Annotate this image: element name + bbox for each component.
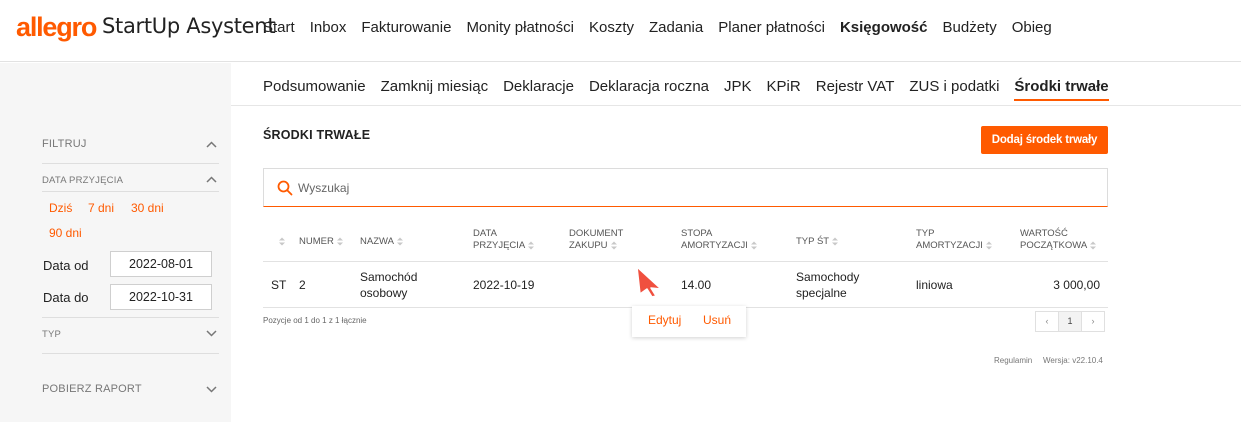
column-header-rate[interactable]: STOPA AMORTYZACJI <box>681 228 757 252</box>
cell-number: 2 <box>299 278 306 292</box>
edit-button[interactable]: Edytuj <box>648 313 681 327</box>
pagination: ‹ 1 › <box>1035 311 1105 332</box>
chevron-up-icon[interactable] <box>206 176 217 185</box>
cell-date: 2022-10-19 <box>473 278 535 292</box>
nav-item-inbox[interactable]: Inbox <box>310 19 347 36</box>
page-1-button[interactable]: 1 <box>1058 311 1082 332</box>
divider <box>42 317 219 318</box>
add-fixed-asset-button[interactable]: Dodaj środek trwały <box>981 126 1108 154</box>
sort-icon[interactable] <box>832 237 839 246</box>
cell-depreciation-type: liniowa <box>916 278 953 292</box>
next-page-button[interactable]: › <box>1081 311 1105 332</box>
column-header-asset-type[interactable]: TYP ŚT <box>796 236 839 248</box>
date-from-input[interactable]: 2022-08-01 <box>110 251 212 277</box>
prev-page-button[interactable]: ‹ <box>1035 311 1059 332</box>
chevron-down-icon[interactable] <box>206 386 217 395</box>
table-header-divider <box>263 261 1108 262</box>
nav-item-planer[interactable]: Planer płatności <box>718 19 825 36</box>
main-nav: Start Inbox Fakturowanie Monity płatnośc… <box>263 19 1067 36</box>
cell-name: Samochód osobowy <box>360 270 418 300</box>
delete-button[interactable]: Usuń <box>703 313 731 327</box>
nav-item-ksiegowosc[interactable]: Księgowość <box>840 19 928 36</box>
pagination-info: Pozycje od 1 do 1 z 1 łącznie <box>263 316 367 325</box>
terms-link[interactable]: Regulamin <box>994 356 1032 365</box>
tab-deklaracje[interactable]: Deklaracje <box>503 78 574 101</box>
column-header-number[interactable]: NUMER <box>299 236 343 248</box>
tab-zus-i-podatki[interactable]: ZUS i podatki <box>909 78 999 101</box>
page-title: ŚRODKI TRWAŁE <box>263 128 371 142</box>
chevron-up-icon[interactable] <box>206 141 217 150</box>
cell-rate: 14.00 <box>681 278 712 292</box>
cell-initial-value: 3 000,00 <box>1053 278 1100 292</box>
row-actions-popup: Edytuj Usuń <box>632 306 746 337</box>
quick-range-7-days[interactable]: 7 dni <box>88 201 114 215</box>
nav-item-koszty[interactable]: Koszty <box>589 19 634 36</box>
nav-item-budzety[interactable]: Budżety <box>943 19 997 36</box>
filter-title: FILTRUJ <box>42 138 87 150</box>
divider <box>42 353 219 354</box>
quick-range-30-days[interactable]: 30 dni <box>131 201 164 215</box>
column-header-name[interactable]: NAZWA <box>360 236 403 248</box>
tab-podsumowanie[interactable]: Podsumowanie <box>263 78 366 101</box>
tab-deklaracja-roczna[interactable]: Deklaracja roczna <box>589 78 709 101</box>
sort-icon[interactable] <box>610 241 617 250</box>
report-section-header[interactable]: POBIERZ RAPORT <box>42 383 217 395</box>
search-box <box>263 168 1108 207</box>
filter-sidebar: FILTRUJ DATA PRZYJĘCIA Dziś 7 dni 30 dni… <box>0 63 231 422</box>
date-to-label: Data do <box>43 290 89 305</box>
column-header-date[interactable]: DATA PRZYJĘCIA <box>473 228 535 252</box>
search-input[interactable] <box>298 177 1078 199</box>
column-header-depreciation-type[interactable]: TYP AMORTYZACJI <box>916 228 992 252</box>
divider <box>42 163 219 164</box>
cell-asset-type: Samochody specjalne <box>796 270 860 300</box>
app-title: StartUp Asystent <box>102 14 276 38</box>
filter-header[interactable]: FILTRUJ <box>42 138 217 150</box>
date-from-label: Data od <box>43 258 89 273</box>
sort-icon[interactable] <box>528 241 535 250</box>
version-info: Wersja: v22.10.4 <box>1043 356 1103 365</box>
sort-icon[interactable] <box>750 241 757 250</box>
date-section-header[interactable]: DATA PRZYJĘCIA <box>42 175 217 186</box>
nav-item-start[interactable]: Start <box>263 19 295 36</box>
column-header-document[interactable]: DOKUMENT ZAKUPU <box>569 228 623 252</box>
nav-item-monity[interactable]: Monity płatności <box>466 19 574 36</box>
sort-icon[interactable] <box>1090 241 1097 250</box>
cell-type: ST <box>271 278 287 292</box>
mouse-pointer-icon <box>636 266 662 298</box>
tab-srodki-trwale[interactable]: Środki trwałe <box>1014 78 1109 101</box>
top-bar: allegro StartUp Asystent Start Inbox Fak… <box>0 0 1241 62</box>
date-section-title: DATA PRZYJĘCIA <box>42 175 124 186</box>
sort-icon[interactable] <box>396 237 403 246</box>
chevron-down-icon[interactable] <box>206 330 217 339</box>
quick-range-today[interactable]: Dziś <box>49 201 72 215</box>
search-icon <box>277 180 293 196</box>
sort-icon[interactable] <box>336 237 343 246</box>
column-header-type[interactable] <box>276 236 285 248</box>
report-section-title: POBIERZ RAPORT <box>42 383 142 395</box>
nav-item-zadania[interactable]: Zadania <box>649 19 703 36</box>
sort-icon[interactable] <box>279 237 285 246</box>
type-section-header[interactable]: TYP <box>42 329 217 340</box>
nav-item-fakturowanie[interactable]: Fakturowanie <box>361 19 451 36</box>
sort-icon[interactable] <box>985 241 992 250</box>
tab-rejestr-vat[interactable]: Rejestr VAT <box>816 78 895 101</box>
nav-item-obieg[interactable]: Obieg <box>1012 19 1052 36</box>
accounting-subnav: Podsumowanie Zamknij miesiąc Deklaracje … <box>263 78 1124 101</box>
quick-range-90-days[interactable]: 90 dni <box>49 226 82 240</box>
tab-kpir[interactable]: KPiR <box>767 78 801 101</box>
divider <box>42 191 219 192</box>
tab-zamknij-miesiac[interactable]: Zamknij miesiąc <box>381 78 489 101</box>
subnav-divider <box>231 105 1241 106</box>
type-section-title: TYP <box>42 329 62 340</box>
allegro-logo[interactable]: allegro <box>16 12 97 43</box>
date-to-input[interactable]: 2022-10-31 <box>110 284 212 310</box>
column-header-initial-value[interactable]: WARTOŚĆ POCZĄTKOWA <box>1020 228 1097 252</box>
tab-jpk[interactable]: JPK <box>724 78 752 101</box>
